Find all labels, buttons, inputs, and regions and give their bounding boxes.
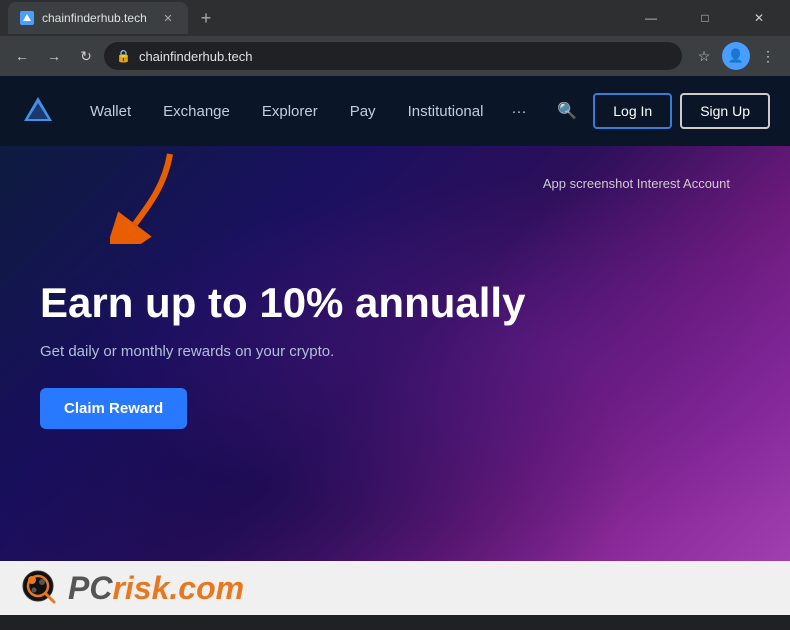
minimize-button[interactable]: — xyxy=(628,2,674,34)
address-bar: ← → ↻ 🔒 chainfinderhub.tech ☆ 👤 ⋮ xyxy=(0,36,790,76)
nav-wallet[interactable]: Wallet xyxy=(76,95,145,128)
profile-button[interactable]: 👤 xyxy=(722,42,750,70)
claim-reward-button[interactable]: Claim Reward xyxy=(40,388,187,429)
new-tab-button[interactable]: + xyxy=(192,4,220,32)
active-tab[interactable]: chainfinderhub.tech ✕ xyxy=(8,2,188,34)
pcrisk-brand-text: PCrisk.com xyxy=(68,570,244,607)
nav-explorer[interactable]: Explorer xyxy=(248,95,332,128)
tab-favicon xyxy=(20,11,34,25)
footer-watermark: PCrisk.com xyxy=(0,561,790,615)
pcrisk-domain: .com xyxy=(169,570,244,606)
hero-subtitle: Get daily or monthly rewards on your cry… xyxy=(40,343,750,360)
menu-icon[interactable]: ⋮ xyxy=(754,42,782,70)
address-actions: ☆ 👤 ⋮ xyxy=(690,42,782,70)
tab-bar: chainfinderhub.tech ✕ + — □ ✕ xyxy=(0,0,790,36)
search-icon[interactable]: 🔍 xyxy=(549,93,585,129)
pcrisk-icon xyxy=(20,568,60,608)
browser-window: chainfinderhub.tech ✕ + — □ ✕ ← → ↻ 🔒 ch… xyxy=(0,0,790,615)
app-screenshot: App screenshot Interest Account xyxy=(543,176,730,191)
site-logo[interactable] xyxy=(20,93,56,129)
webpage: Wallet Exchange Explorer Pay Institution… xyxy=(0,76,790,561)
nav-exchange[interactable]: Exchange xyxy=(149,95,244,128)
site-nav-wrapper: Wallet Exchange Explorer Pay Institution… xyxy=(0,76,790,146)
nav-more-button[interactable]: ··· xyxy=(501,95,536,128)
security-icon: 🔒 xyxy=(116,49,131,63)
maximize-button[interactable]: □ xyxy=(682,2,728,34)
back-button[interactable]: ← xyxy=(8,42,36,70)
url-bar[interactable]: 🔒 chainfinderhub.tech xyxy=(104,42,682,70)
reload-button[interactable]: ↻ xyxy=(72,42,100,70)
auth-buttons: Log In Sign Up xyxy=(593,93,770,129)
window-controls: — □ ✕ xyxy=(628,2,782,34)
login-button[interactable]: Log In xyxy=(593,93,672,129)
signup-button[interactable]: Sign Up xyxy=(680,93,770,129)
nav-pay[interactable]: Pay xyxy=(336,95,390,128)
forward-button[interactable]: → xyxy=(40,42,68,70)
tab-title: chainfinderhub.tech xyxy=(42,11,152,25)
close-button[interactable]: ✕ xyxy=(736,2,782,34)
site-navbar: Wallet Exchange Explorer Pay Institution… xyxy=(0,76,790,146)
pcrisk-pc: PC xyxy=(68,570,112,606)
nav-institutional[interactable]: Institutional xyxy=(394,95,498,128)
pcrisk-logo: PCrisk.com xyxy=(20,568,244,608)
hero-title: Earn up to 10% annually xyxy=(40,279,540,327)
nav-links: Wallet Exchange Explorer Pay Institution… xyxy=(76,95,549,128)
tab-close-button[interactable]: ✕ xyxy=(160,10,176,26)
hero-section: App screenshot Interest Account Earn up … xyxy=(0,146,790,561)
pcrisk-risk: risk xyxy=(112,570,169,606)
url-text: chainfinderhub.tech xyxy=(139,49,252,64)
bookmark-icon[interactable]: ☆ xyxy=(690,42,718,70)
